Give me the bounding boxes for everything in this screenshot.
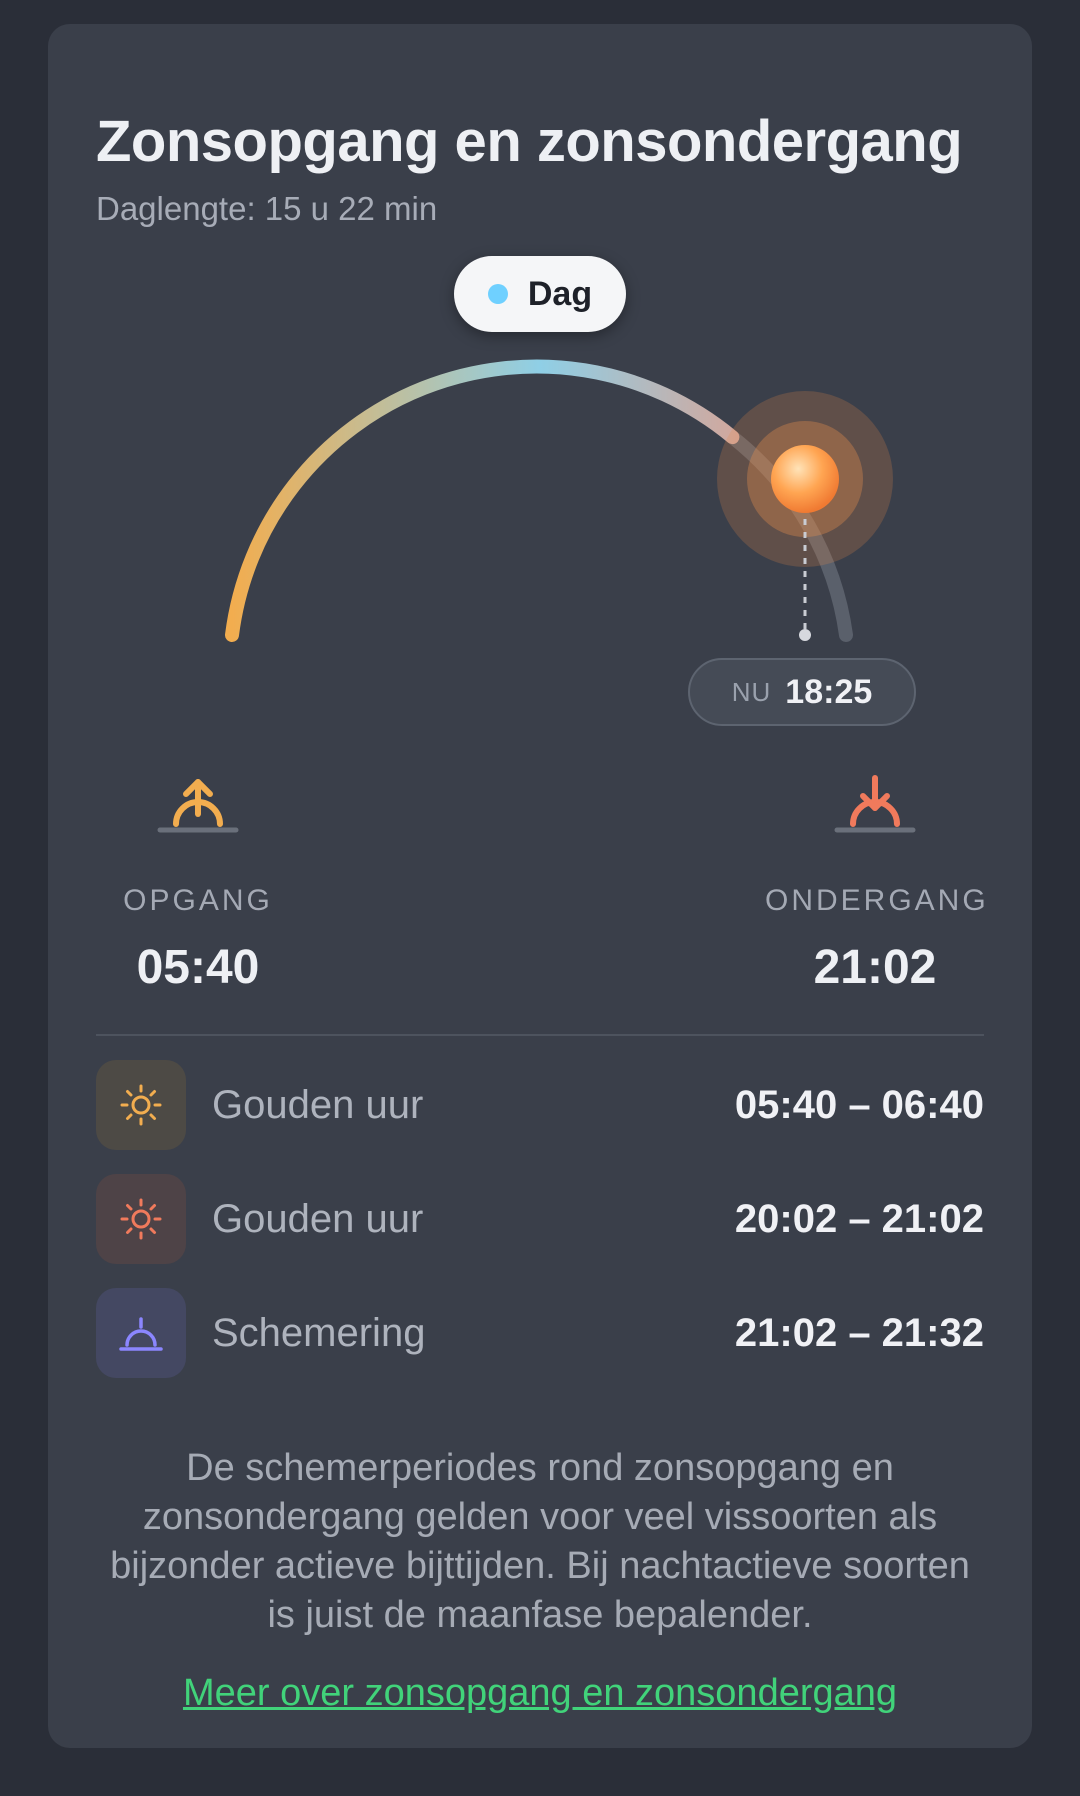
period-row-golden-evening: Gouden uur 20:02 – 21:02 — [96, 1174, 984, 1264]
period-time: 05:40 – 06:40 — [734, 1082, 984, 1127]
sunset-label: ONDERGANG — [765, 884, 989, 917]
period-time: 21:02 – 21:32 — [734, 1310, 984, 1355]
sunset-icon — [834, 775, 916, 833]
period-row-twilight: Schemering 21:02 – 21:32 — [96, 1288, 984, 1378]
now-label: NU — [731, 676, 772, 707]
more-info-link[interactable]: Meer over zonsopgang en zonsondergang — [96, 1672, 984, 1715]
twilight-icon — [96, 1288, 186, 1378]
sun-icon — [96, 1174, 186, 1264]
period-list: Gouden uur 05:40 – 06:40 Gouden uur 20:0… — [96, 1060, 984, 1402]
period-row-golden-morning: Gouden uur 05:40 – 06:40 — [96, 1060, 984, 1150]
sun-card: Zonsopgang en zonsondergang Daglengte: 1… — [48, 24, 1032, 1748]
now-dot — [799, 629, 811, 641]
phase-badge: Dag — [454, 256, 626, 332]
phase-label: Dag — [527, 274, 593, 313]
sunset-block: ONDERGANG 21:02 — [765, 774, 989, 995]
period-time: 20:02 – 21:02 — [734, 1196, 984, 1241]
sunrise-block: OPGANG 05:40 — [88, 774, 308, 995]
period-label: Gouden uur — [212, 1082, 424, 1127]
sunrise-label: OPGANG — [123, 884, 273, 917]
info-note: De schemerperiodes rond zonsopgang en zo… — [110, 1447, 970, 1636]
phase-dot — [487, 284, 508, 304]
sunrise-time: 05:40 — [136, 941, 260, 994]
sunrise-icon — [157, 779, 239, 833]
period-label: Schemering — [212, 1310, 426, 1355]
now-time: 18:25 — [785, 672, 873, 711]
sunset-time: 21:02 — [813, 941, 937, 994]
period-label: Gouden uur — [212, 1196, 424, 1241]
sun-position-marker — [771, 445, 839, 513]
arc-progress — [225, 359, 740, 642]
sun-icon — [96, 1060, 186, 1150]
divider — [96, 1034, 984, 1036]
now-time-badge: NU 18:25 — [688, 658, 916, 726]
sun-arc-chart — [225, 359, 893, 642]
